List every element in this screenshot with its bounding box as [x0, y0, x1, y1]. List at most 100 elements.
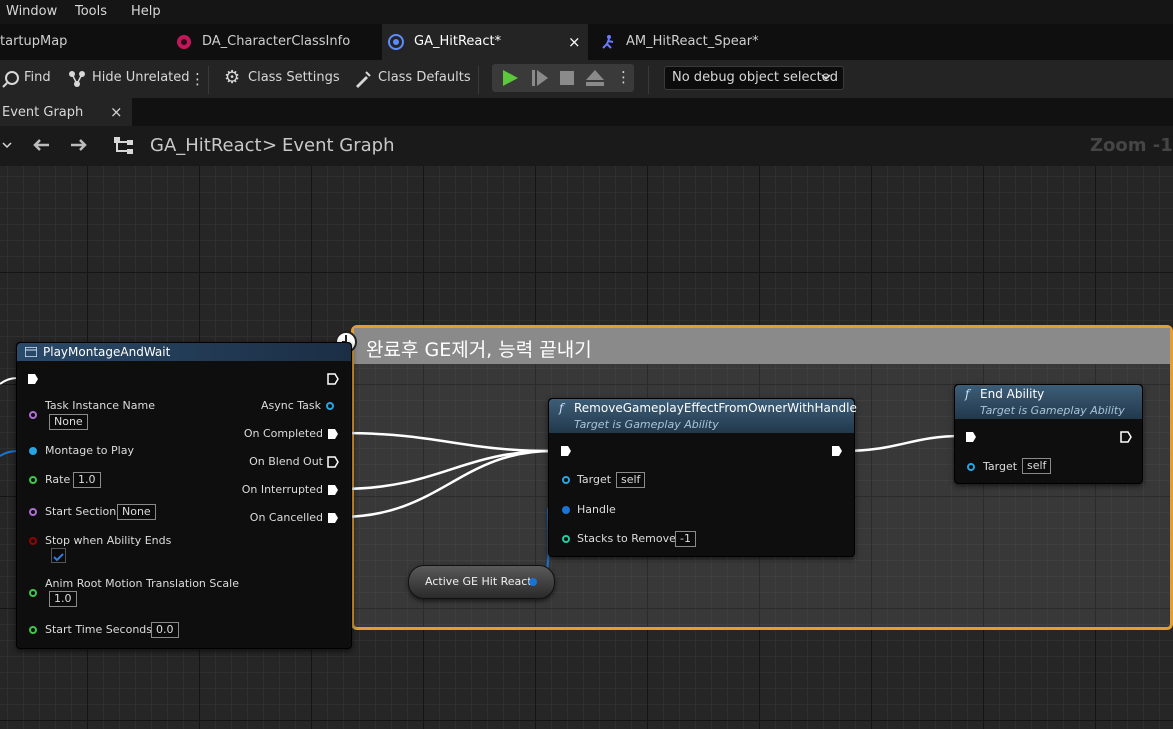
stop-when-ability-ends-checkbox[interactable] — [51, 548, 66, 563]
menu-bar: Window Tools Help — [0, 0, 1173, 24]
rate-label: Rate — [45, 473, 71, 486]
tab-label: AM_HitReact_Spear* — [626, 34, 759, 49]
function-icon: f — [559, 401, 564, 415]
close-icon[interactable]: × — [568, 24, 581, 60]
search-icon — [2, 71, 19, 88]
stop-when-ability-ends-label: Stop when Ability Ends — [45, 534, 172, 547]
anim-root-motion-field[interactable]: 1.0 — [49, 591, 77, 607]
target-field[interactable]: self — [616, 472, 646, 488]
start-time-seconds-pin[interactable] — [29, 626, 37, 634]
handle-label: Handle — [577, 503, 616, 516]
chevron-down-icon[interactable] — [2, 142, 12, 150]
exec-out-pin[interactable] — [1120, 431, 1132, 443]
node-title: End Ability — [980, 387, 1045, 401]
exec-out-pin[interactable] — [327, 373, 339, 385]
target-pin[interactable] — [967, 463, 975, 471]
data-asset-icon — [177, 35, 191, 49]
tab-event-graph[interactable]: Event Graph × — [0, 98, 132, 126]
target-label: Target — [577, 473, 612, 486]
on-interrupted-label: On Interrupted — [241, 483, 323, 496]
target-field[interactable]: self — [1022, 458, 1052, 474]
task-instance-name-field[interactable]: None — [49, 414, 88, 430]
async-task-pin[interactable] — [326, 402, 334, 410]
tab-startup-map[interactable]: tartupMap — [0, 24, 170, 60]
async-task-label: Async Task — [260, 399, 321, 412]
variable-label: Active GE Hit React — [425, 575, 532, 588]
on-completed-pin[interactable] — [327, 428, 339, 440]
tab-label: Event Graph — [2, 105, 84, 120]
asset-tab-bar: tartupMap DA_CharacterClassInfo GA_HitRe… — [0, 24, 1173, 60]
task-icon — [25, 347, 37, 357]
exec-in-pin[interactable] — [560, 445, 572, 457]
blueprint-icon — [388, 34, 404, 50]
gear-icon: ⚙ — [224, 67, 241, 88]
breadcrumb-root[interactable]: GA_HitReact — [150, 135, 262, 156]
start-time-seconds-label: Start Time Seconds — [45, 623, 152, 636]
stop-when-ability-ends-pin[interactable] — [29, 537, 37, 545]
remove-gameplay-effect-node[interactable]: f RemoveGameplayEffectFromOwnerWithHandl… — [548, 398, 857, 557]
menu-help[interactable]: Help — [131, 4, 161, 19]
breadcrumb-current: Event Graph — [282, 135, 395, 156]
target-pin[interactable] — [562, 476, 570, 484]
stacks-to-remove-label: Stacks to Remove — [577, 532, 676, 545]
start-time-seconds-field[interactable]: 0.0 — [151, 622, 179, 638]
breadcrumb-separator: > — [262, 135, 278, 156]
node-header: f RemoveGameplayEffectFromOwnerWithHandl… — [549, 399, 857, 433]
play-options-icon[interactable]: ⋮ — [616, 68, 631, 86]
tab-da-character-class-info[interactable]: DA_CharacterClassInfo — [170, 24, 380, 60]
stacks-to-remove-pin[interactable] — [562, 535, 570, 543]
check-icon — [53, 553, 64, 562]
debug-object-select[interactable]: No debug object selected — [664, 66, 844, 90]
tab-label: DA_CharacterClassInfo — [202, 34, 351, 49]
variable-output-pin[interactable] — [529, 578, 537, 586]
anim-montage-icon — [602, 35, 614, 49]
stop-icon[interactable] — [560, 71, 574, 85]
exec-in-pin[interactable] — [27, 373, 39, 385]
on-completed-label: On Completed — [243, 427, 323, 440]
more-options-icon[interactable]: ⋮ — [190, 70, 205, 88]
tab-label: tartupMap — [0, 34, 68, 49]
target-label: Target — [983, 460, 1018, 473]
exec-out-pin[interactable] — [831, 445, 843, 457]
hierarchy-icon — [114, 137, 133, 154]
on-interrupted-pin[interactable] — [327, 484, 339, 496]
on-blend-out-pin[interactable] — [327, 456, 339, 468]
find-label: Find — [24, 70, 51, 85]
comment-header[interactable]: 완료후 GE제거, 능력 끝내기 — [354, 328, 1170, 364]
montage-to-play-pin[interactable] — [29, 447, 37, 455]
rate-pin[interactable] — [29, 476, 37, 484]
start-section-pin[interactable] — [29, 508, 37, 516]
play-montage-and-wait-node[interactable]: PlayMontageAndWait Task Instance Name No… — [16, 342, 352, 649]
close-icon[interactable]: × — [110, 103, 123, 121]
node-subtitle: Target is Gameplay Ability — [574, 418, 719, 431]
eject-icon[interactable] — [586, 70, 604, 86]
tab-ga-hitreact[interactable]: GA_HitReact* × — [382, 24, 588, 60]
class-defaults-icon — [356, 71, 371, 88]
end-ability-node[interactable]: f End Ability Target is Gameplay Ability… — [954, 384, 1143, 484]
handle-pin[interactable] — [562, 506, 570, 514]
exec-in-pin[interactable] — [965, 431, 977, 443]
anim-root-motion-pin[interactable] — [29, 589, 37, 597]
on-cancelled-label: On Cancelled — [249, 511, 323, 524]
class-settings-label: Class Settings — [248, 70, 340, 85]
play-icon[interactable] — [502, 70, 518, 86]
hide-unrelated-label: Hide Unrelated — [92, 70, 190, 85]
task-instance-name-pin[interactable] — [29, 411, 37, 419]
on-cancelled-pin[interactable] — [327, 512, 339, 524]
node-header: PlayMontageAndWait — [17, 343, 351, 361]
function-icon: f — [965, 387, 970, 401]
active-ge-hit-react-variable-node[interactable]: Active GE Hit React — [408, 565, 555, 599]
anim-root-motion-label: Anim Root Motion Translation Scale — [45, 577, 239, 590]
back-arrow-icon[interactable] — [32, 138, 50, 152]
tab-am-hitreact-spear[interactable]: AM_HitReact_Spear* — [594, 24, 794, 60]
forward-arrow-icon[interactable] — [70, 138, 88, 152]
menu-window[interactable]: Window — [6, 4, 57, 19]
stacks-to-remove-field[interactable]: -1 — [675, 531, 696, 547]
start-section-field[interactable]: None — [117, 504, 156, 520]
menu-tools[interactable]: Tools — [75, 4, 107, 19]
step-icon[interactable] — [532, 70, 548, 86]
montage-to-play-label: Montage to Play — [45, 444, 134, 457]
chevron-down-icon — [821, 74, 831, 81]
rate-field[interactable]: 1.0 — [73, 472, 101, 488]
hide-unrelated-icon — [69, 71, 85, 87]
